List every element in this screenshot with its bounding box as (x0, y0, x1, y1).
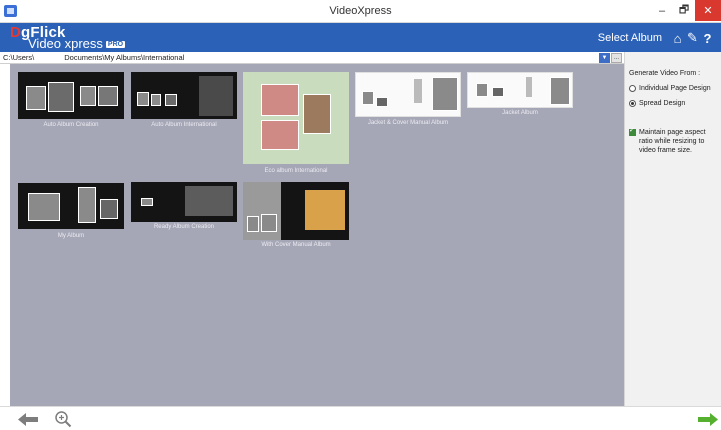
album-thumbnail (467, 72, 573, 108)
album-thumbnail (243, 72, 349, 164)
album-thumbnail (18, 72, 124, 119)
select-album-label: Select Album (597, 32, 662, 44)
album-thumbnail (243, 182, 349, 240)
album-path[interactable]: C:\Users\ Documents\My Albums\Internation… (3, 52, 184, 64)
restore-button[interactable]: 🗗 (673, 0, 695, 21)
album-grid: Auto Album Creation Auto Album Internati… (10, 64, 624, 406)
album-label: Auto Album Creation (43, 122, 99, 128)
window-controls: – 🗗 ✕ (651, 0, 721, 21)
minimize-button[interactable]: – (651, 0, 673, 21)
aspect-ratio-label: Maintain page aspect ratio while resizin… (639, 129, 706, 154)
album-label: Auto Album International (151, 122, 217, 128)
album-thumbnail (131, 182, 237, 222)
album-item[interactable]: Auto Album Creation (18, 72, 124, 132)
album-label: With Cover Manual Album (261, 242, 331, 248)
home-icon[interactable]: ⌂ (670, 31, 685, 46)
pro-badge: PRO (105, 41, 126, 48)
bottom-bar (0, 406, 721, 430)
album-label: Eco album International (264, 168, 328, 174)
spread-design-radio[interactable] (629, 100, 636, 107)
album-item[interactable]: Jacket & Cover Manual Album (355, 72, 461, 132)
album-item-selected[interactable]: Eco album International (243, 72, 349, 182)
title-bar: VideoXpress – 🗗 ✕ (0, 0, 721, 23)
individual-page-radio[interactable] (629, 85, 636, 92)
options-panel: Generate Video From : Individual Page De… (624, 52, 721, 406)
aspect-ratio-checkbox[interactable] (629, 126, 636, 136)
album-thumbnail (355, 72, 461, 117)
app-header: DgFlick Video xpress PRO Select Album ⌂ ✎… (0, 23, 721, 52)
individual-page-label: Individual Page Design (639, 85, 711, 92)
album-label: Jacket Album (502, 110, 538, 116)
album-item[interactable]: With Cover Manual Album (243, 182, 349, 252)
album-thumbnail (131, 72, 237, 119)
logo-subtitle: Video xpress PRO (28, 36, 126, 51)
album-label: Jacket & Cover Manual Album (367, 120, 449, 126)
left-gutter (0, 64, 10, 406)
spread-design-label: Spread Design (639, 100, 686, 107)
individual-page-option[interactable]: Individual Page Design (629, 85, 711, 92)
logo: DgFlick Video xpress PRO (10, 25, 126, 50)
generate-video-title: Generate Video From : (629, 70, 701, 77)
header-actions: Select Album ⌂ ✎ ? (598, 30, 715, 46)
album-item[interactable]: Jacket Album (467, 72, 573, 132)
album-item[interactable]: Auto Album International (131, 72, 237, 132)
close-button[interactable]: ✕ (695, 0, 721, 21)
window-title: VideoXpress (329, 5, 392, 17)
path-browse-button[interactable]: ... (611, 53, 622, 63)
album-item[interactable]: My Album (18, 183, 124, 243)
aspect-ratio-option[interactable]: Maintain page aspect ratio while resizin… (629, 126, 719, 155)
wrench-icon[interactable]: ✎ (685, 30, 700, 46)
next-arrow-icon[interactable] (698, 413, 718, 426)
path-dropdown-button[interactable]: ▼ (599, 53, 610, 63)
album-label: My Album (57, 233, 85, 239)
album-item[interactable]: Ready Album Creation (131, 182, 237, 242)
album-label: Ready Album Creation (153, 224, 215, 230)
path-bar: C:\Users\ Documents\My Albums\Internation… (0, 52, 624, 64)
spread-design-option[interactable]: Spread Design (629, 100, 685, 107)
back-arrow-icon[interactable] (18, 413, 38, 426)
help-icon[interactable]: ? (700, 31, 715, 46)
zoom-icon[interactable] (54, 410, 72, 428)
album-thumbnail (18, 183, 124, 229)
